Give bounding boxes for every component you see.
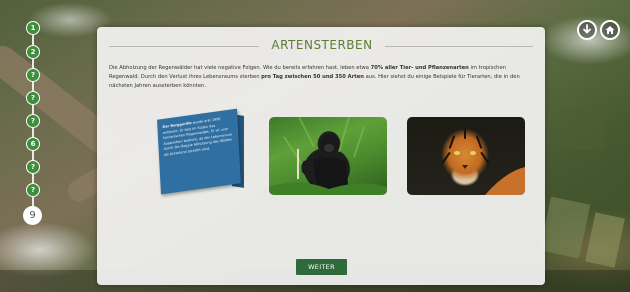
tiger-face xyxy=(454,151,525,195)
continue-button[interactable]: WEITER xyxy=(296,259,347,275)
home-icon xyxy=(605,26,615,34)
gorilla-figure xyxy=(269,117,387,195)
page-title: ARTENSTERBEN xyxy=(271,38,373,52)
download-icon xyxy=(583,24,591,34)
nav-step-6[interactable]: 6 xyxy=(26,137,40,151)
content-panel: ARTENSTERBEN Die Abholzung der Regenwäld… xyxy=(97,27,545,285)
intro-text-part: Die Abholzung der Regenwälder hat viele … xyxy=(109,65,371,71)
title-divider xyxy=(385,46,533,47)
nav-step-4[interactable]: ? xyxy=(26,91,40,105)
tiger-photo[interactable] xyxy=(407,117,525,195)
nav-step-1[interactable]: 1 xyxy=(26,21,40,35)
title-row: ARTENSTERBEN xyxy=(109,37,533,55)
gorilla-photo[interactable] xyxy=(269,117,387,195)
title-divider xyxy=(109,46,259,47)
background-field xyxy=(560,110,605,150)
home-button[interactable] xyxy=(600,20,620,40)
intro-highlight: 70% aller Tier- und Pflanzenarten xyxy=(370,65,469,71)
nav-step-7[interactable]: ? xyxy=(26,160,40,174)
intro-highlight: pro Tag zwischen 50 und 350 Arten xyxy=(261,74,364,80)
nav-step-2[interactable]: 2 xyxy=(26,45,40,59)
nav-step-current[interactable]: 9 xyxy=(23,206,42,225)
info-card-text: Der Berggorilla wurde erst 1999 entdeckt… xyxy=(162,115,234,158)
nav-step-8[interactable]: ? xyxy=(26,183,40,197)
info-card[interactable]: Der Berggorilla wurde erst 1999 entdeckt… xyxy=(157,108,241,195)
download-button[interactable] xyxy=(577,20,597,40)
chapter-navigation: 1 2 ? ? ? 6 ? ? 9 xyxy=(23,18,43,228)
nav-step-3[interactable]: ? xyxy=(26,68,40,82)
intro-text: Die Abholzung der Regenwälder hat viele … xyxy=(109,64,537,91)
nav-step-5[interactable]: ? xyxy=(26,114,40,128)
